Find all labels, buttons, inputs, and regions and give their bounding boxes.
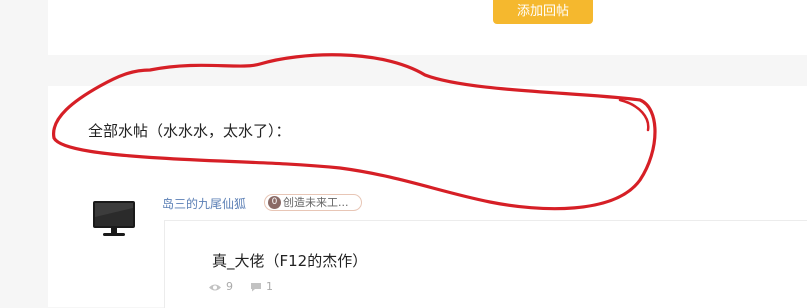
badge-text: 创造未来工...: [283, 196, 349, 209]
post-author-link[interactable]: 岛三的九尾仙狐: [162, 195, 246, 212]
replies-count: 1: [266, 280, 273, 293]
badge-level: 0: [268, 196, 281, 209]
comment-icon: [251, 283, 261, 292]
reply-card: 添加回帖: [48, 0, 807, 55]
add-reply-button[interactable]: 添加回帖: [493, 0, 593, 24]
section-title: 全部水帖（水水水，太水了）：: [88, 122, 291, 140]
replies-stat: 1: [250, 280, 273, 293]
views-stat: 9: [208, 280, 233, 293]
eye-icon: [209, 284, 221, 290]
user-badge: 0 创造未来工...: [264, 194, 362, 211]
views-count: 9: [226, 280, 233, 293]
monitor-avatar-icon[interactable]: [91, 199, 137, 239]
post-title-link[interactable]: 真_大佬（F12的杰作）: [212, 250, 367, 271]
